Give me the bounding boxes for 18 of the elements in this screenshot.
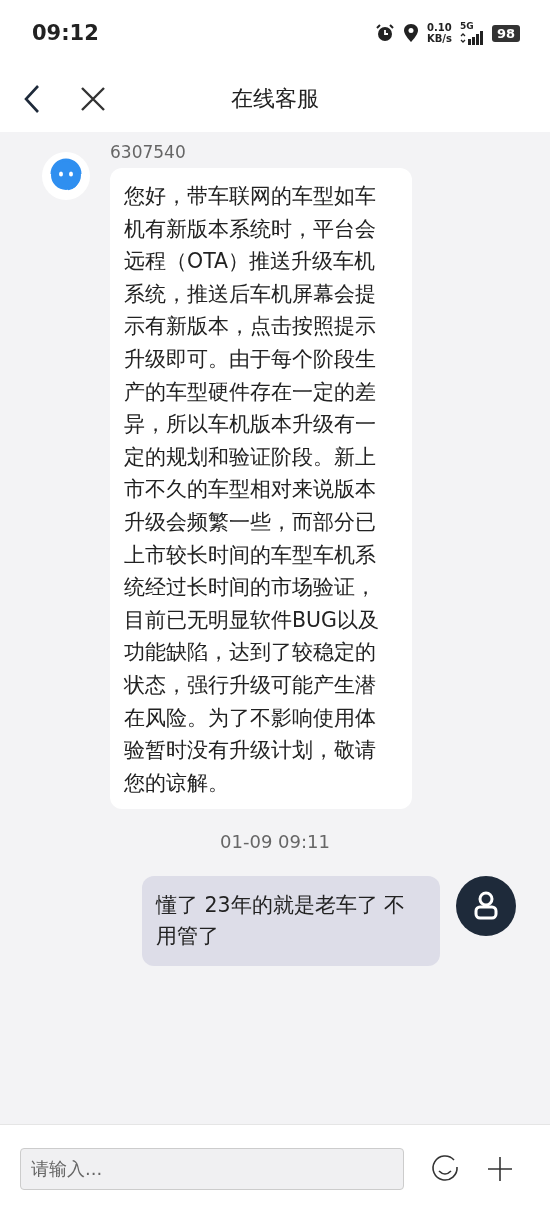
speed-value: 0.10 <box>427 22 452 33</box>
alarm-icon <box>374 23 395 43</box>
plus-icon[interactable] <box>486 1154 514 1183</box>
network-label: 5G <box>459 21 474 31</box>
speed-unit: KB/s <box>426 33 452 44</box>
message-bubble: 您好，带车联网的车型如车机有新版本系统时，平台会远程（OTA）推送升级车机系统，推送后车机屏幕会提示有新版本，点击按照提示升级即可。由于每个阶段生产的车型硬件存在一定的差异，所以车机版本升级有一定的规划和验证阶段。新上市不久的车型相对来说版本升级会频繁一些，而部分已上市较长时间的车型车机系统经过长时间的市场验证，目前已无明显软件BUG以及功能缺陷，达到了较稳定的状态，强行升级可能产生潜在风险。为了不影响使用体验暂时没有升级计划，敬请您的谅解。 <box>110 168 412 810</box>
location-icon <box>402 23 419 43</box>
battery-indicator: 98 <box>491 24 520 42</box>
message-input[interactable]: 请输入... <box>20 1147 404 1190</box>
sender-name: 6307540 <box>110 142 187 162</box>
message-bubble: 懂了 23年的就是老车了 不用管了 <box>142 876 440 967</box>
message-time: 01-09 09:11 <box>220 831 330 853</box>
user-avatar-icon <box>456 876 516 937</box>
signal-icon <box>459 31 484 45</box>
agent-avatar-icon <box>42 152 90 200</box>
page-title: 在线客服 <box>231 85 319 113</box>
emoji-icon[interactable] <box>430 1153 460 1184</box>
status-time: 09:12 <box>32 21 99 45</box>
